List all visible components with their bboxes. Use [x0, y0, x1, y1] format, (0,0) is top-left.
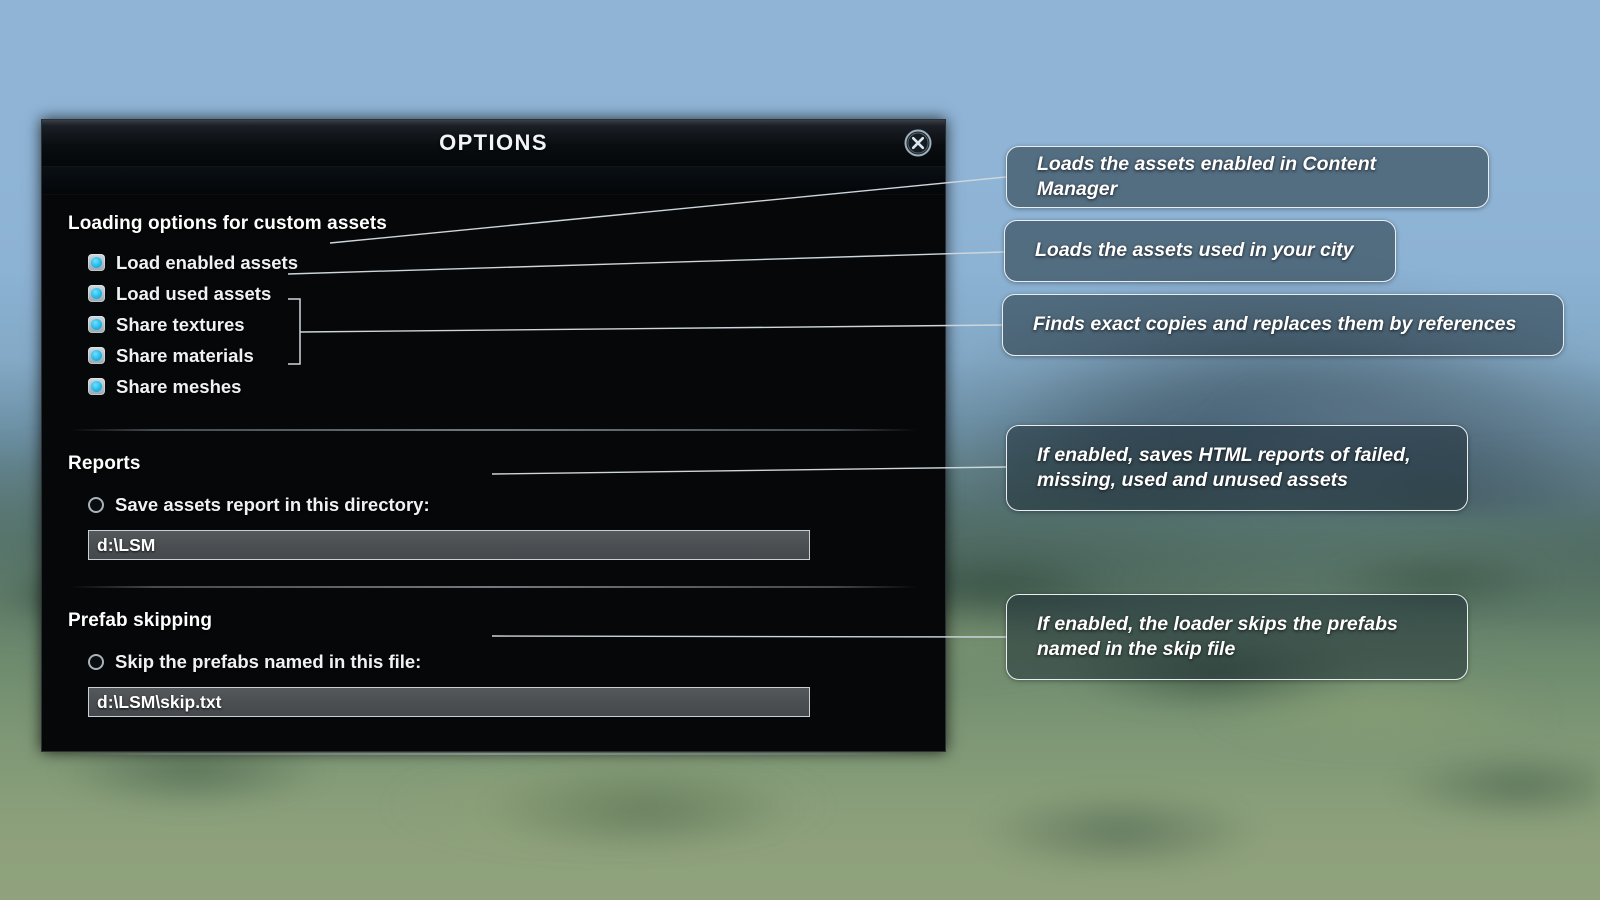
option-row-share-meshes[interactable]: Share meshes [68, 371, 919, 402]
checkbox-save-assets-report[interactable] [88, 496, 104, 513]
close-circle-icon[interactable] [904, 129, 932, 157]
page-title: OPTIONS [439, 130, 548, 155]
skip-file-input[interactable]: d:\LSM\skip.txt [88, 687, 810, 717]
checkbox-load-enabled-assets[interactable] [88, 254, 105, 271]
callout-text-reports-line1: If enabled, saves HTML reports of failed… [1037, 443, 1411, 466]
option-row-skip-prefabs[interactable]: Skip the prefabs named in this file: [68, 646, 919, 677]
option-label-skip-prefabs: Skip the prefabs named in this file: [115, 650, 422, 672]
dialog-subbar [42, 167, 945, 195]
callout-text-load-enabled: Loads the assets enabled in Content Mana… [1037, 152, 1377, 200]
callout-skip-prefabs: If enabled, the loader skips the prefabs… [1006, 594, 1468, 680]
option-row-save-report[interactable]: Save assets report in this directory: [68, 489, 919, 520]
checkbox-skip-prefabs[interactable] [88, 653, 104, 670]
callout-load-enabled-assets: Loads the assets enabled in Content Mana… [1006, 146, 1489, 208]
section-heading-prefab-skipping: Prefab skipping [68, 610, 213, 631]
option-label-load-used-assets: Load used assets [116, 282, 272, 304]
callout-text-prefab-line2: named in the skip file [1037, 638, 1236, 660]
option-label-load-enabled-assets: Load enabled assets [116, 251, 298, 273]
dialog-body: Loading options for custom assets Load e… [42, 195, 945, 755]
skip-file-value: d:\LSM\skip.txt [97, 691, 222, 712]
checkbox-share-materials[interactable] [88, 347, 105, 364]
option-label-share-meshes: Share meshes [116, 375, 242, 397]
section-heading-loading: Loading options for custom assets [68, 213, 387, 234]
section-heading-reports: Reports [68, 453, 141, 474]
option-label-share-materials: Share materials [116, 344, 254, 366]
option-row-share-textures[interactable]: Share textures [68, 309, 919, 340]
option-row-load-enabled[interactable]: Load enabled assets [68, 247, 919, 278]
callout-share-options: Finds exact copies and replaces them by … [1002, 294, 1564, 356]
report-directory-value: d:\LSM [97, 534, 156, 555]
report-directory-input[interactable]: d:\LSM [88, 530, 810, 560]
checkbox-share-meshes[interactable] [88, 378, 105, 395]
callout-text-reports-line2: missing, used and unused assets [1037, 469, 1349, 491]
option-label-share-textures: Share textures [116, 313, 245, 335]
option-row-load-used[interactable]: Load used assets [68, 278, 919, 309]
options-dialog: OPTIONS Loading options for custom asset… [41, 119, 946, 755]
dialog-title-bar: OPTIONS [42, 120, 945, 167]
checkbox-load-used-assets[interactable] [88, 285, 105, 302]
callout-text-prefab-line1: If enabled, the loader skips the prefabs [1037, 612, 1398, 635]
callout-load-used-assets: Loads the assets used in your city [1004, 220, 1396, 282]
option-row-share-materials[interactable]: Share materials [68, 340, 919, 371]
game-background-scene: OPTIONS Loading options for custom asset… [0, 0, 1600, 900]
callout-text-load-used: Loads the assets used in your city [1035, 239, 1354, 262]
checkbox-share-textures[interactable] [88, 316, 105, 333]
callout-save-assets-report: If enabled, saves HTML reports of failed… [1006, 425, 1468, 511]
section-divider-3 [70, 753, 917, 755]
callout-text-share-options: Finds exact copies and replaces them by … [1033, 313, 1517, 336]
option-label-save-assets-report: Save assets report in this directory: [115, 493, 430, 515]
